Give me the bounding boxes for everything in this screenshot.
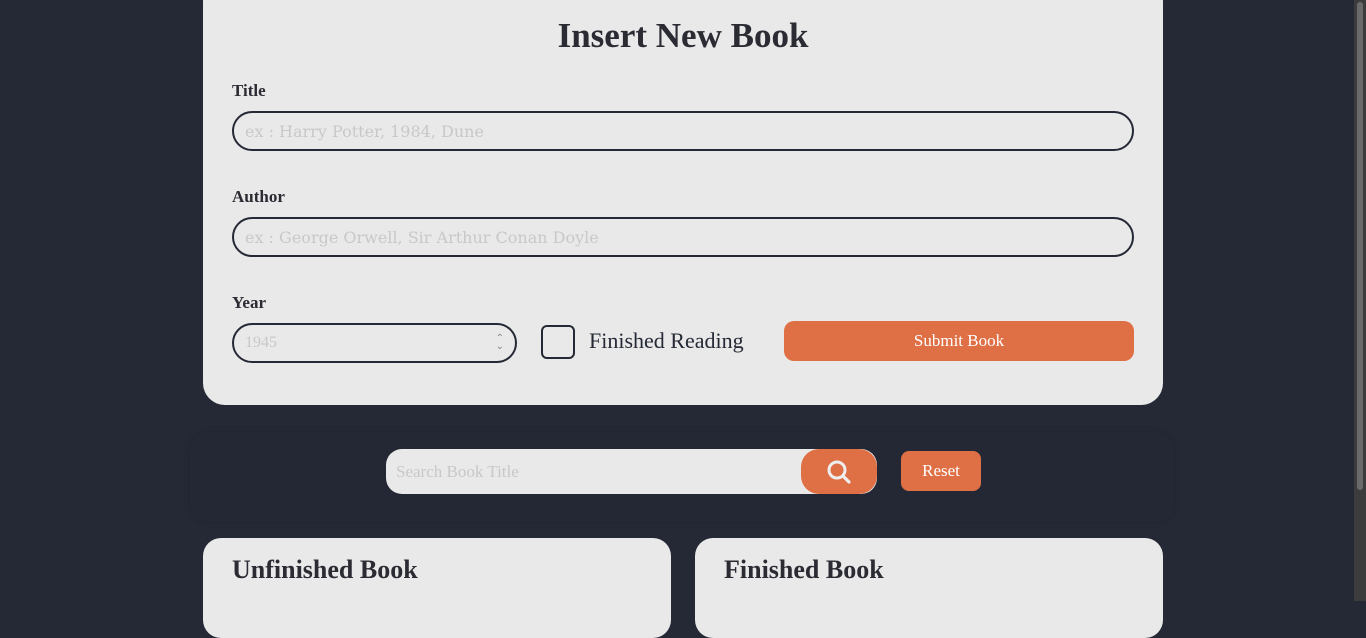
year-input[interactable]: 1945 ⌃ ⌄: [232, 323, 517, 363]
year-placeholder: 1945: [245, 334, 277, 351]
submit-book-button[interactable]: Submit Book: [784, 321, 1134, 361]
finished-reading-label[interactable]: Finished Reading: [589, 328, 744, 354]
title-label: Title: [232, 81, 266, 100]
search-button[interactable]: [801, 449, 877, 494]
search-box: [386, 449, 877, 494]
unfinished-book-heading: Unfinished Book: [232, 555, 418, 584]
search-input[interactable]: [386, 449, 801, 494]
author-input[interactable]: [232, 217, 1134, 257]
finished-reading-checkbox[interactable]: [541, 325, 575, 359]
search-icon: [827, 460, 851, 484]
page-scrollbar[interactable]: [1354, 0, 1366, 601]
form-title: Insert New Book: [557, 16, 809, 55]
page: Insert New Book Title Author Year 1945 ⌃…: [0, 0, 1354, 638]
spinner-icon[interactable]: ⌃ ⌄: [496, 334, 504, 352]
author-label: Author: [232, 187, 285, 206]
year-label: Year: [232, 293, 266, 312]
unfinished-book-shelf: Unfinished Book: [203, 538, 671, 638]
reset-button[interactable]: Reset: [901, 451, 981, 491]
finished-book-heading: Finished Book: [724, 555, 884, 584]
scrollbar-thumb[interactable]: [1357, 2, 1363, 490]
title-input[interactable]: [232, 111, 1134, 151]
insert-book-form: Insert New Book Title Author Year 1945 ⌃…: [203, 0, 1163, 405]
finished-book-shelf: Finished Book: [695, 538, 1163, 638]
